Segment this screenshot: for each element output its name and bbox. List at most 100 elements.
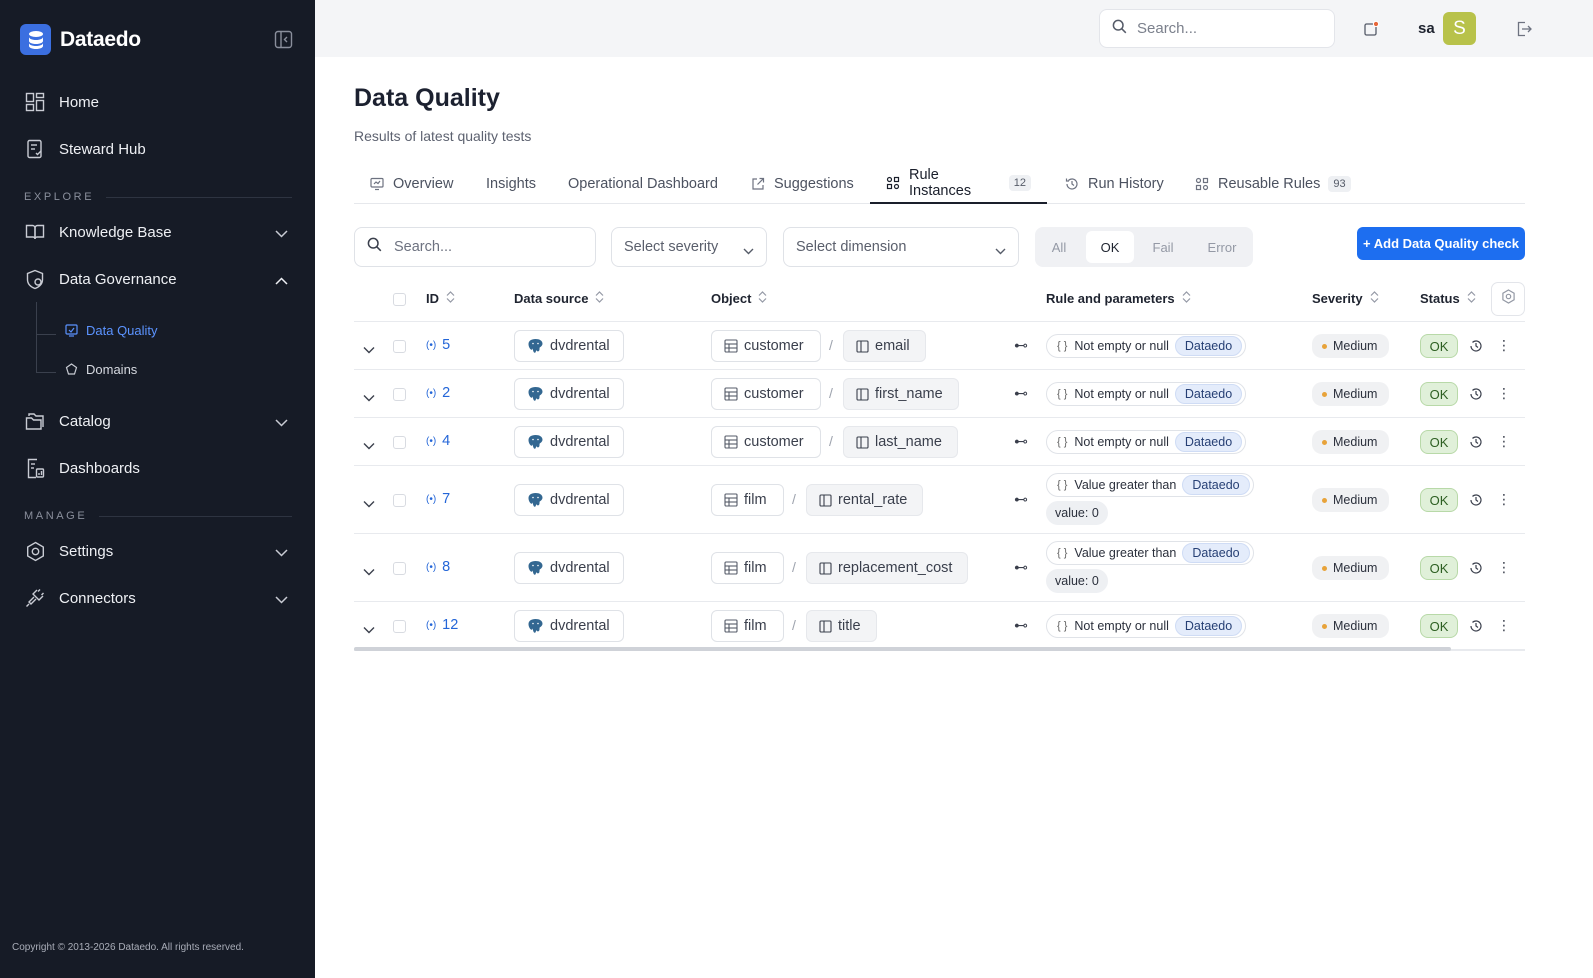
column-header-object[interactable]: Object [711,291,767,306]
sidebar-item-domains[interactable]: Domains [64,362,137,377]
horizontal-scrollbar[interactable] [354,647,1451,651]
table-row[interactable]: (•) 7 dvdrental film / rental_rate ⊷ { } V… [354,466,1525,534]
table-search-input[interactable] [394,239,584,255]
more-options-icon[interactable]: ⋮ [1497,491,1511,508]
rule-chip[interactable]: { } Not empty or null Dataedo [1046,614,1247,638]
row-checkbox[interactable] [393,494,406,507]
tab-overview[interactable]: Overview [354,164,469,204]
sidebar-item-settings[interactable]: Settings [24,536,292,566]
expand-row-icon[interactable] [363,437,375,455]
table-row[interactable]: (•) 2 dvdrental customer / first_name ⊷ {… [354,370,1525,418]
tab-run-history[interactable]: Run History [1049,164,1180,204]
more-options-icon[interactable]: ⋮ [1497,433,1511,450]
row-checkbox[interactable] [393,436,406,449]
table-chip[interactable]: film [711,552,784,584]
column-chip[interactable]: replacement_cost [806,552,969,584]
status-fail-button[interactable]: Fail [1141,231,1185,263]
column-chip[interactable]: title [806,610,877,642]
column-header-status[interactable]: Status [1420,291,1476,306]
logout-icon[interactable] [1515,20,1533,38]
data-source-chip[interactable]: dvdrental [514,484,624,516]
rule-id-link[interactable]: (•) 7 [426,491,450,507]
history-icon[interactable] [1469,561,1483,580]
data-source-chip[interactable]: dvdrental [514,426,624,458]
column-chip[interactable]: email [843,330,926,362]
more-options-icon[interactable]: ⋮ [1497,337,1511,354]
brand[interactable]: Dataedo [20,24,141,55]
user-name[interactable]: sa [1418,20,1435,37]
sidebar-item-connectors[interactable]: Connectors [24,583,292,613]
sidebar-item-steward-hub[interactable]: Steward Hub [24,134,292,164]
status-ok-button[interactable]: OK [1086,231,1134,263]
rule-chip[interactable]: { } Not empty or null Dataedo [1046,334,1247,358]
column-header-severity[interactable]: Severity [1312,291,1379,306]
row-checkbox[interactable] [393,562,406,575]
global-search[interactable] [1099,9,1335,48]
more-options-icon[interactable]: ⋮ [1497,559,1511,576]
table-chip[interactable]: film [711,484,784,516]
history-icon[interactable] [1469,387,1483,406]
sidebar-item-dashboards[interactable]: Dashboards [24,453,292,483]
rule-id-link[interactable]: (•) 4 [426,433,450,449]
row-checkbox[interactable] [393,620,406,633]
history-icon[interactable] [1469,435,1483,454]
status-all-button[interactable]: All [1039,231,1079,263]
column-header-id[interactable]: ID [426,291,455,306]
table-chip[interactable]: film [711,610,784,642]
dimension-select[interactable]: Select dimension [783,227,1019,267]
data-source-chip[interactable]: dvdrental [514,552,624,584]
history-icon[interactable] [1469,339,1483,358]
more-options-icon[interactable]: ⋮ [1497,385,1511,402]
expand-row-icon[interactable] [363,563,375,581]
sidebar-item-home[interactable]: Home [24,87,292,117]
sidebar-item-knowledge-base[interactable]: Knowledge Base [24,217,292,247]
history-icon[interactable] [1469,493,1483,512]
sidebar-item-catalog[interactable]: Catalog [24,406,292,436]
rule-chip[interactable]: { } Value greater than Dataedo [1046,473,1254,497]
global-search-input[interactable] [1137,20,1327,37]
data-source-chip[interactable]: dvdrental [514,330,624,362]
rule-id-link[interactable]: (•) 12 [426,617,458,633]
table-search[interactable] [354,227,596,267]
tab-insights[interactable]: Insights [470,164,552,204]
sidebar-item-data-governance[interactable]: Data Governance [24,264,292,294]
table-chip[interactable]: customer [711,426,821,458]
more-options-icon[interactable]: ⋮ [1497,617,1511,634]
avatar[interactable]: S [1443,12,1476,45]
column-chip[interactable]: last_name [843,426,958,458]
expand-row-icon[interactable] [363,341,375,359]
collapse-sidebar-icon[interactable] [274,30,293,49]
table-chip[interactable]: customer [711,378,821,410]
data-source-chip[interactable]: dvdrental [514,378,624,410]
severity-select[interactable]: Select severity [611,227,767,267]
table-row[interactable]: (•) 5 dvdrental customer / email ⊷ { } Not… [354,322,1525,370]
column-chip[interactable]: rental_rate [806,484,924,516]
select-all-checkbox[interactable] [393,293,406,306]
tab-suggestions[interactable]: Suggestions [735,164,870,204]
tab-rule-instances[interactable]: Rule Instances 12 [870,164,1047,204]
rule-id-link[interactable]: (•) 2 [426,385,450,401]
rule-chip[interactable]: { } Value greater than Dataedo [1046,541,1254,565]
row-checkbox[interactable] [393,340,406,353]
sidebar-item-data-quality[interactable]: Data Quality [64,323,158,338]
tab-reusable-rules[interactable]: Reusable Rules 93 [1179,164,1367,204]
column-header-rule[interactable]: Rule and parameters [1046,291,1191,306]
notification-icon[interactable] [1362,20,1380,38]
expand-row-icon[interactable] [363,389,375,407]
table-row[interactable]: (•) 4 dvdrental customer / last_name ⊷ { … [354,418,1525,466]
table-chip[interactable]: customer [711,330,821,362]
data-source-chip[interactable]: dvdrental [514,610,624,642]
expand-row-icon[interactable] [363,495,375,513]
table-row[interactable]: (•) 12 dvdrental film / title ⊷ { } Not em… [354,602,1525,650]
history-icon[interactable] [1469,619,1483,638]
column-settings-button[interactable] [1491,282,1525,316]
row-checkbox[interactable] [393,388,406,401]
column-chip[interactable]: first_name [843,378,959,410]
rule-id-link[interactable]: (•) 8 [426,559,450,575]
column-header-data-source[interactable]: Data source [514,291,604,306]
expand-row-icon[interactable] [363,621,375,639]
status-error-button[interactable]: Error [1195,231,1249,263]
add-data-quality-check-button[interactable]: + Add Data Quality check [1357,227,1525,260]
rule-chip[interactable]: { } Not empty or null Dataedo [1046,430,1247,454]
rule-id-link[interactable]: (•) 5 [426,337,450,353]
